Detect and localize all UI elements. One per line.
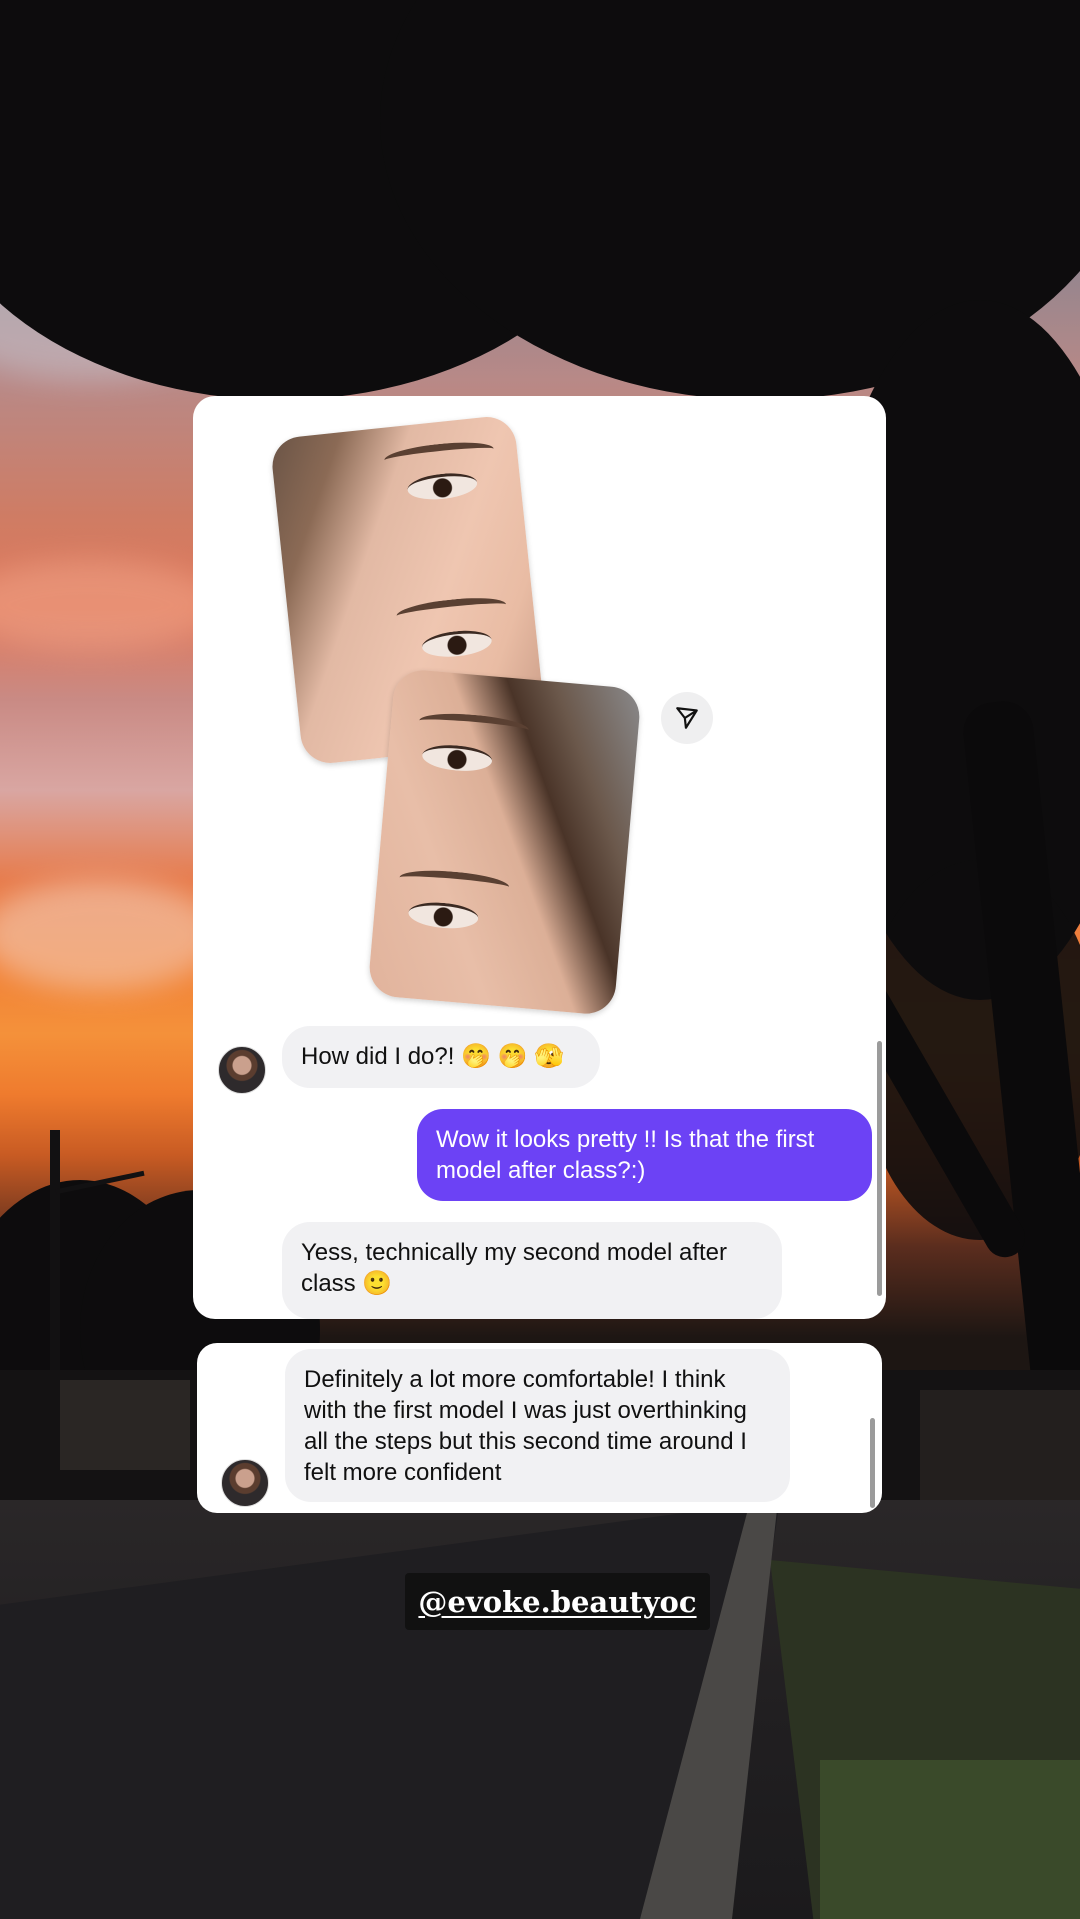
house <box>920 1390 1080 1500</box>
mention-sticker[interactable]: @evoke.beautyoc <box>405 1573 710 1630</box>
avatar[interactable] <box>218 1046 266 1094</box>
photo-detail <box>406 470 479 503</box>
photo-detail <box>383 438 495 471</box>
photo-detail <box>398 867 511 898</box>
photo-detail <box>420 627 493 660</box>
chat-screenshot-card: Definitely a lot more comfortable! I thi… <box>197 1343 882 1513</box>
house <box>60 1380 190 1470</box>
scrollbar[interactable] <box>877 1041 882 1296</box>
paper-plane-icon <box>676 707 698 729</box>
photo-detail <box>407 899 480 931</box>
lawn <box>820 1760 1080 1919</box>
message-incoming[interactable]: Yess, technically my second model after … <box>282 1222 782 1319</box>
photo-detail <box>418 710 530 741</box>
scrollbar[interactable] <box>870 1418 875 1508</box>
shared-photo[interactable] <box>367 667 642 1017</box>
photo-detail <box>421 742 494 774</box>
share-button[interactable] <box>661 692 713 744</box>
chat-screenshot-card: How did I do?! 🤭 🤭 🫣 Wow it looks pretty… <box>193 396 886 1319</box>
message-incoming[interactable]: How did I do?! 🤭 🤭 🫣 <box>282 1026 600 1088</box>
message-incoming[interactable]: Definitely a lot more comfortable! I thi… <box>285 1349 790 1502</box>
photo-detail <box>395 593 508 627</box>
avatar[interactable] <box>221 1459 269 1507</box>
message-outgoing[interactable]: Wow it looks pretty !! Is that the first… <box>417 1109 872 1201</box>
